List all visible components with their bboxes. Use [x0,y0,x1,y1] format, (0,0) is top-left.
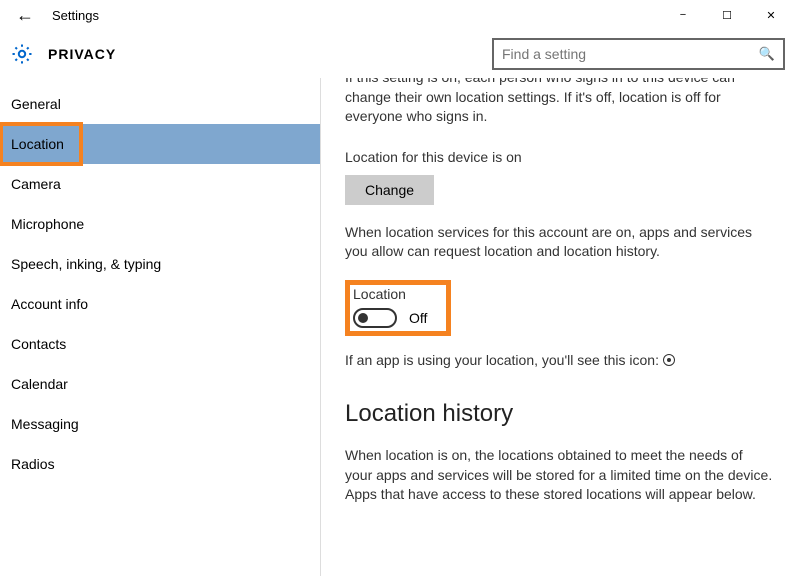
sidebar-item-label: Microphone [11,216,84,232]
toggle-row: Off [353,308,427,328]
sidebar-item-microphone[interactable]: Microphone [1,204,320,244]
account-location-desc: When location services for this account … [345,223,773,262]
back-button[interactable]: ← [16,5,34,26]
sidebar-item-label: Messaging [11,416,79,432]
device-location-status: Location for this device is on [345,149,773,165]
toggle-state: Off [409,310,427,326]
search-box[interactable]: 🔍 [492,38,785,70]
sidebar-item-camera[interactable]: Camera [1,164,320,204]
toggle-knob [358,313,368,323]
sidebar-item-location[interactable]: Location [1,124,320,164]
change-button[interactable]: Change [345,175,434,205]
sidebar-item-label: Radios [11,456,55,472]
sidebar-item-radios[interactable]: Radios [1,444,320,484]
sidebar-item-account-info[interactable]: Account info [1,284,320,324]
sidebar-item-calendar[interactable]: Calendar [1,364,320,404]
minimize-button[interactable]: − [661,0,705,30]
location-history-desc: When location is on, the locations obtai… [345,446,773,505]
sidebar-item-label: Calendar [11,376,68,392]
content-pane: If this setting is on, each person who s… [321,78,793,576]
sidebar-item-label: Location [11,136,64,152]
window-title: Settings [52,8,99,23]
search-input[interactable] [502,46,759,62]
search-icon: 🔍 [759,46,775,62]
main: General Location Camera Microphone Speec… [0,78,793,576]
sidebar: General Location Camera Microphone Speec… [1,78,321,576]
close-button[interactable]: ✕ [749,0,793,30]
location-toggle[interactable] [353,308,397,328]
location-toggle-block: Location Off [345,280,451,336]
window-controls: − ☐ ✕ [661,0,793,30]
intro-text: If this setting is on, each person who s… [345,78,773,127]
gear-icon [10,42,34,66]
sidebar-item-label: General [11,96,61,112]
titlebar: ← Settings − ☐ ✕ [0,0,793,30]
sidebar-item-general[interactable]: General [1,84,320,124]
toggle-label: Location [353,286,427,302]
sidebar-item-contacts[interactable]: Contacts [1,324,320,364]
maximize-button[interactable]: ☐ [705,0,749,30]
sidebar-item-speech[interactable]: Speech, inking, & typing [1,244,320,284]
location-icon [663,354,675,366]
sidebar-item-label: Account info [11,296,88,312]
app-icon-note-text: If an app is using your location, you'll… [345,352,659,368]
page-title: PRIVACY [48,46,116,62]
sidebar-item-label: Contacts [11,336,66,352]
location-history-heading: Location history [345,400,773,428]
header: PRIVACY 🔍 [0,30,793,78]
sidebar-item-messaging[interactable]: Messaging [1,404,320,444]
sidebar-item-label: Camera [11,176,61,192]
app-icon-note: If an app is using your location, you'll… [345,352,773,368]
sidebar-item-label: Speech, inking, & typing [11,256,161,272]
